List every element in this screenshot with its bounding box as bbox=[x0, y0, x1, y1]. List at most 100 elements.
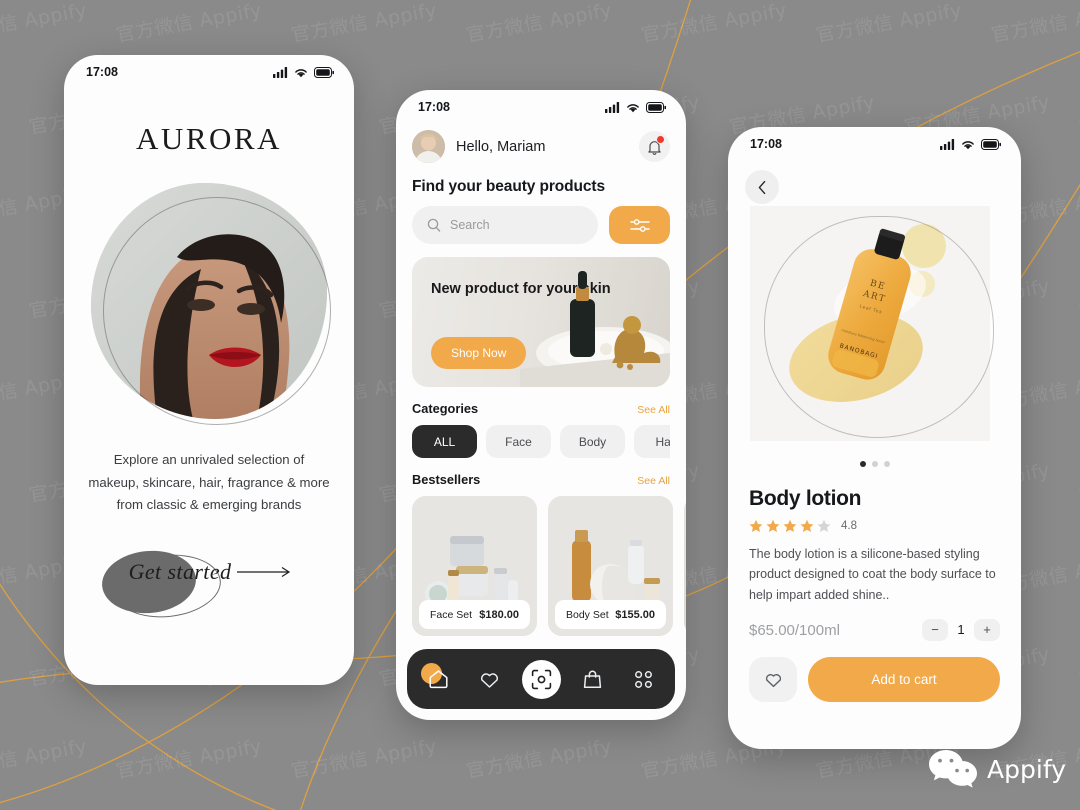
product-card[interactable]: Face Set $180.00 bbox=[412, 496, 537, 636]
onboarding-description: Explore an unrivaled selection of makeup… bbox=[88, 452, 330, 513]
star-icon bbox=[766, 519, 780, 532]
price-row: $65.00/100ml − 1 + bbox=[749, 618, 1000, 641]
arrow-right-icon bbox=[237, 567, 291, 578]
search-input[interactable]: Search bbox=[412, 206, 598, 244]
price-unit: /100ml bbox=[794, 621, 840, 639]
bestseller-card-list: Face Set $180.00 Body Set $155.00 bbox=[412, 496, 686, 636]
star-icon bbox=[783, 519, 797, 532]
battery-icon bbox=[981, 138, 1001, 150]
product-image-ring bbox=[764, 216, 994, 438]
favorite-button[interactable] bbox=[749, 656, 797, 702]
bestsellers-see-all[interactable]: See All bbox=[637, 475, 670, 487]
signal-icon bbox=[605, 101, 620, 113]
product-card[interactable]: Body Set $155.00 bbox=[548, 496, 673, 636]
category-chip-face[interactable]: Face bbox=[486, 425, 551, 458]
wifi-icon bbox=[627, 103, 639, 112]
grid-icon bbox=[635, 670, 652, 688]
category-chip-all[interactable]: ALL bbox=[412, 425, 477, 458]
product-card-partial[interactable] bbox=[684, 496, 686, 636]
wifi-icon bbox=[962, 140, 974, 149]
shop-now-button[interactable]: Shop Now bbox=[431, 337, 527, 369]
status-time: 17:08 bbox=[418, 100, 450, 114]
carousel-dot-3[interactable] bbox=[883, 461, 890, 467]
tab-scan[interactable] bbox=[521, 659, 561, 699]
status-bar: 17:08 bbox=[728, 127, 1021, 161]
search-icon bbox=[427, 218, 441, 232]
add-to-cart-button[interactable]: Add to cart bbox=[808, 656, 1000, 702]
signal-icon bbox=[940, 138, 955, 150]
carousel-dot-1[interactable] bbox=[859, 461, 866, 467]
star-icon bbox=[800, 519, 814, 532]
carousel-dot-2[interactable] bbox=[871, 461, 878, 467]
tab-favorites[interactable] bbox=[471, 660, 509, 698]
product-price: $155.00 bbox=[615, 608, 655, 621]
wifi-icon bbox=[295, 68, 307, 77]
appify-badge-label: Appify bbox=[987, 754, 1066, 784]
heart-icon bbox=[765, 673, 781, 687]
status-time: 17:08 bbox=[86, 65, 118, 79]
signal-icon bbox=[273, 66, 288, 78]
price-value: $65.00 bbox=[749, 621, 795, 639]
tab-bag[interactable] bbox=[574, 660, 612, 698]
rating-value: 4.8 bbox=[841, 520, 857, 532]
categories-header: Categories See All bbox=[412, 401, 670, 416]
appify-badge: Appify bbox=[927, 748, 1066, 790]
bottom-tab-bar bbox=[407, 649, 675, 709]
scan-icon bbox=[531, 669, 551, 689]
star-icon bbox=[749, 519, 763, 532]
brand-logo: AURORA bbox=[136, 121, 282, 156]
phone-onboarding-screen: 17:08 AURORA Explore an unrivaled select… bbox=[64, 55, 354, 685]
avatar[interactable] bbox=[412, 130, 445, 163]
product-card-label: Face Set $180.00 bbox=[419, 600, 530, 629]
phone-product-detail-screen: 17:08 BE ART Leaf Tea moisture balancing… bbox=[728, 127, 1021, 749]
filter-button[interactable] bbox=[609, 206, 670, 244]
back-button[interactable] bbox=[745, 170, 779, 204]
product-name: Body Set bbox=[566, 608, 609, 621]
page-title: Find your beauty products bbox=[412, 178, 605, 195]
avatar-illustration bbox=[412, 130, 445, 163]
get-started-button[interactable]: Get started bbox=[64, 547, 354, 623]
product-name: Face Set bbox=[430, 608, 473, 621]
search-placeholder: Search bbox=[450, 218, 490, 232]
greeting-row: Hello, Mariam bbox=[412, 130, 670, 163]
filter-icon bbox=[629, 218, 650, 232]
status-bar: 17:08 bbox=[396, 90, 686, 124]
get-started-label: Get started bbox=[128, 559, 232, 585]
product-description: The body lotion is a silicone-based styl… bbox=[749, 547, 996, 602]
wechat-icon bbox=[929, 750, 978, 788]
product-price: $180.00 bbox=[479, 608, 519, 621]
hero-photo bbox=[91, 183, 331, 425]
product-image[interactable]: BE ART Leaf Tea moisture balancing toner… bbox=[728, 204, 1021, 459]
star-icon-empty bbox=[817, 519, 831, 532]
hero-photo-ring bbox=[103, 197, 331, 425]
notification-button[interactable] bbox=[639, 131, 670, 162]
promo-banner[interactable]: New product for your skin Shop Now bbox=[412, 257, 670, 387]
rating: 4.8 bbox=[749, 519, 1000, 533]
category-chip-body[interactable]: Body bbox=[560, 425, 625, 458]
product-title: Body lotion bbox=[749, 487, 862, 510]
bestsellers-title: Bestsellers bbox=[412, 472, 481, 487]
tab-grid[interactable] bbox=[625, 660, 663, 698]
quantity-increase-button[interactable]: + bbox=[974, 618, 1000, 641]
categories-see-all[interactable]: See All bbox=[637, 404, 670, 416]
search-row: Search bbox=[412, 206, 670, 244]
tab-home[interactable] bbox=[420, 660, 458, 698]
phone-home-screen: 17:08 Hello, Mariam Find your beauty pro… bbox=[396, 90, 686, 720]
greeting-text: Hello, Mariam bbox=[456, 138, 546, 155]
status-time: 17:08 bbox=[750, 137, 782, 151]
category-chip-list: ALL Face Body Hair bbox=[412, 425, 670, 458]
bestsellers-header: Bestsellers See All bbox=[412, 472, 670, 487]
chevron-left-icon bbox=[758, 180, 765, 194]
categories-title: Categories bbox=[412, 401, 479, 416]
bag-icon bbox=[583, 670, 602, 688]
battery-icon bbox=[646, 101, 666, 113]
quantity-value: 1 bbox=[957, 622, 965, 638]
quantity-decrease-button[interactable]: − bbox=[922, 618, 948, 641]
banner-product-illustration bbox=[520, 271, 670, 387]
category-chip-hair[interactable]: Hair bbox=[634, 425, 670, 458]
product-price: $65.00/100ml bbox=[749, 620, 840, 640]
cta-row: Add to cart bbox=[749, 656, 1000, 702]
carousel-dots bbox=[728, 461, 1021, 467]
status-bar: 17:08 bbox=[64, 55, 354, 89]
product-card-label: Body Set $155.00 bbox=[555, 600, 666, 629]
